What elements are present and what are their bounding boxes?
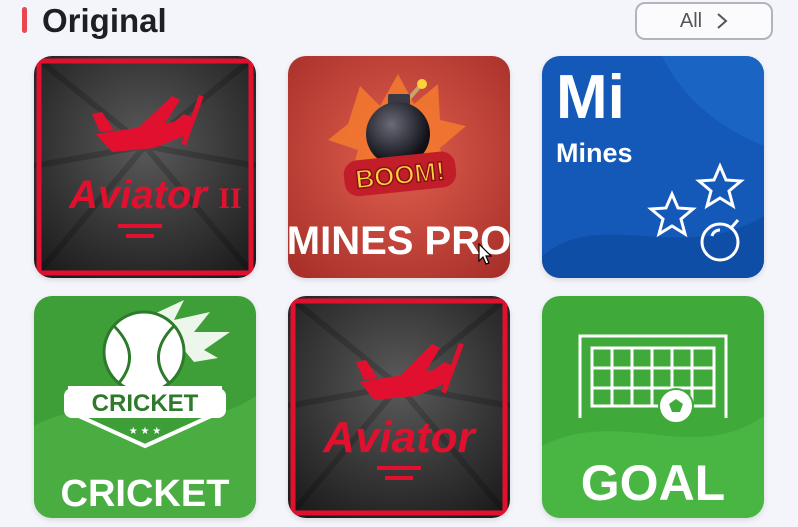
- game-tile-mines-pro[interactable]: BOOM! MINES PRO: [288, 56, 510, 278]
- game-tile-goal[interactable]: GOAL: [542, 296, 764, 518]
- cricket-title: CRICKET: [61, 473, 230, 515]
- all-button-label: All: [679, 9, 703, 32]
- svg-text:★ ★ ★: ★ ★ ★: [129, 426, 161, 437]
- game-tile-mi-mines[interactable]: Mi Mines: [542, 56, 764, 278]
- game-tile-aviator[interactable]: Aviator: [288, 296, 510, 518]
- aviator-2-logo-suffix: II: [218, 182, 241, 215]
- mines-logo-text: Mines: [556, 138, 633, 168]
- section-title: Original: [42, 2, 167, 39]
- chevron-right-icon: [716, 12, 728, 30]
- all-button[interactable]: All: [635, 2, 773, 40]
- cricket-badge-text: CRICKET: [92, 390, 199, 417]
- game-tile-cricket[interactable]: CRICKET ★ ★ ★ CRICKET: [34, 296, 256, 518]
- section-header: Original All: [0, 0, 798, 44]
- goal-title: GOAL: [581, 455, 725, 511]
- cricket-ball-icon: [102, 310, 186, 394]
- ball-icon: [658, 388, 694, 424]
- mi-logo-text: Mi: [556, 63, 625, 132]
- section-accent-bar: [22, 7, 27, 33]
- aviator-logo-text: Aviator: [322, 413, 477, 462]
- game-tile-aviator-2[interactable]: Aviator II: [34, 56, 256, 278]
- aviator-2-logo-text: Aviator: [68, 173, 209, 217]
- mines-pro-title: MINES PRO: [288, 219, 510, 263]
- cursor-icon: [478, 242, 493, 270]
